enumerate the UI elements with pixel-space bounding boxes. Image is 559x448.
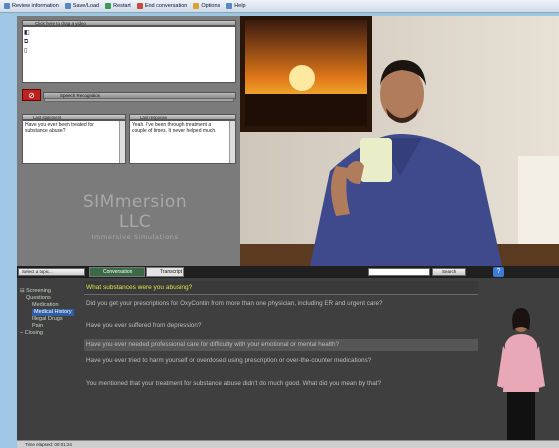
save-icon [64,3,71,9]
copy-tool-icon[interactable]: ⧉ [24,39,30,45]
question-item[interactable]: Have you ever tried to harm yourself or … [84,357,478,365]
menu-restart[interactable]: Restart [105,3,131,9]
question-header: What substances were you abusing? [84,281,478,295]
end-icon [136,3,143,9]
speech-level-meter [44,98,234,102]
record-tool-icon[interactable]: ◧ [24,30,30,36]
tree-item-closing[interactable]: – Closing [20,330,74,337]
topic-tree: ⊟ Screening Questions Medication Medical… [20,288,74,337]
search-button[interactable]: Search [432,268,466,276]
menu-save-load[interactable]: Save/Load [64,3,99,9]
last-response-box[interactable]: Yeah. I've been through treatment a coup… [129,120,236,164]
restart-icon [105,3,112,9]
question-item[interactable]: Did you get your prescriptions for OxyCo… [84,300,478,308]
topic-select[interactable]: Select a topic... [18,268,85,276]
question-item-highlighted[interactable]: Have you ever needed professional care f… [84,339,478,351]
options-icon [193,3,200,9]
menu-options[interactable]: Options [193,3,220,9]
menu-end-conversation[interactable]: End conversation [136,3,187,9]
tab-transcript[interactable]: Transcript [146,267,184,277]
video-scene [240,16,559,266]
tree-item-medical-history[interactable]: Medical History [20,309,74,316]
no-mic-icon: ⊘ [28,90,35,100]
tab-conversation[interactable]: Conversation [89,267,145,277]
tree-item-pain[interactable]: Pain [20,323,74,330]
guide-avatar [495,300,547,440]
question-item[interactable]: You mentioned that your treatment for su… [84,380,478,388]
microphone-off-button[interactable]: ⊘ [22,89,41,101]
search-input[interactable] [368,268,430,276]
last-statement-box[interactable]: Have you ever been treated for substance… [22,120,126,164]
menu-bar: Review information Save/Load Restart End… [0,0,559,13]
simmersion-logo: SIMmersion LLC Immersive Simulations [82,192,188,241]
tree-item-medication[interactable]: Medication [20,302,74,309]
menu-review-information[interactable]: Review information [4,3,59,9]
file-tool-icon[interactable]: ▯ [24,48,30,54]
help-button[interactable]: ? [493,267,504,277]
coffee-mug [360,138,392,182]
tree-item-illegal-drugs[interactable]: Illegal Drugs [20,316,74,323]
review-icon [4,3,10,9]
scrollbar[interactable] [229,121,235,163]
patient-video [240,16,559,266]
help-icon [226,3,233,9]
question-item[interactable]: Have you ever suffered from depression? [84,322,478,330]
menu-help[interactable]: Help [226,3,246,9]
tree-item[interactable]: Questions [20,295,74,302]
video-drop-area[interactable] [22,26,236,83]
time-elapsed: Time elapsed: 00:01:24 [17,440,559,448]
scrollbar[interactable] [119,121,125,163]
tree-item[interactable]: ⊟ Screening [20,288,74,295]
